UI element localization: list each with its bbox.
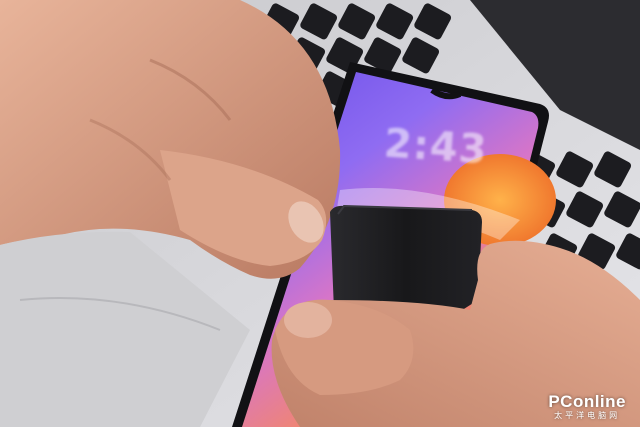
photo-illustration bbox=[0, 0, 640, 427]
right-thumbnail bbox=[284, 302, 332, 338]
photo-scene: 2:43 PConline 太平洋电脑网 bbox=[0, 0, 640, 427]
watermark: PConline 太平洋电脑网 bbox=[548, 393, 626, 421]
watermark-brand: PConline bbox=[548, 392, 626, 411]
phone-clock: 2:43 bbox=[382, 120, 489, 174]
watermark-sub: 太平洋电脑网 bbox=[554, 411, 621, 420]
